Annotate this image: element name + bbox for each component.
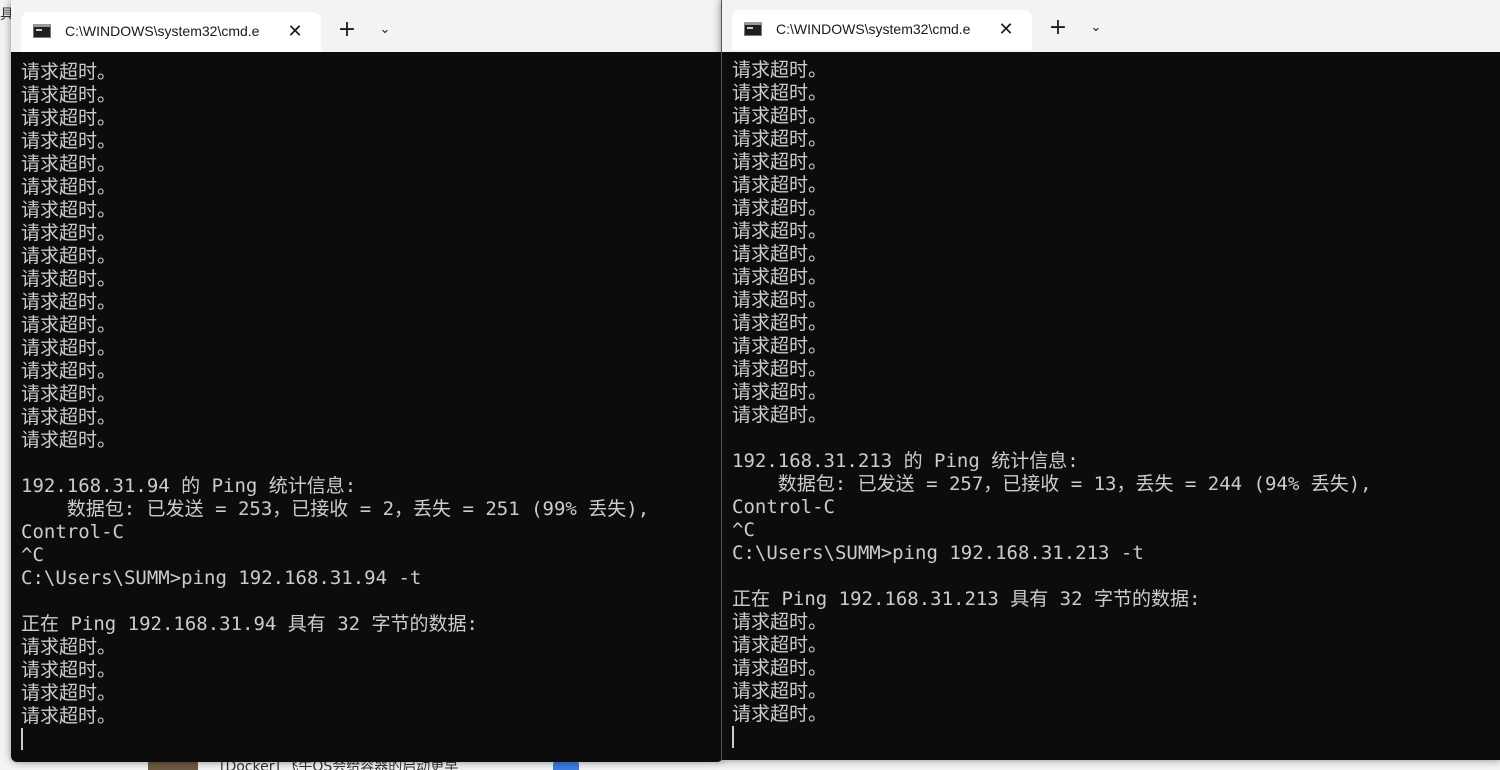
terminal-line: 请求超时。 bbox=[21, 268, 117, 290]
terminal-line: 请求超时。 bbox=[732, 703, 828, 725]
close-tab-icon[interactable]: ✕ bbox=[283, 20, 307, 44]
terminal-line: 请求超时。 bbox=[21, 245, 117, 267]
terminal-window-left: C:\WINDOWS\system32\cmd.e ✕ + ⌄ 请求超时。 请求超… bbox=[11, 0, 723, 762]
desktop: 具 [Docker] 飞牛OS会给容器的启动更早 C:\WINDOWS\syst… bbox=[0, 0, 1500, 770]
terminal-line: 请求超时。 bbox=[21, 199, 117, 221]
terminal-line: 请求超时。 bbox=[21, 291, 117, 313]
terminal-line: 请求超时。 bbox=[732, 105, 828, 127]
terminal-line: 请求超时。 bbox=[732, 243, 828, 265]
text-cursor bbox=[21, 728, 23, 750]
terminal-line: 请求超时。 bbox=[21, 636, 117, 658]
terminal-line: 请求超时。 bbox=[21, 659, 117, 681]
terminal-line: 正在 Ping 192.168.31.213 具有 32 字节的数据: bbox=[732, 588, 1201, 610]
terminal-line: Control-C bbox=[21, 521, 124, 543]
terminal-line: 请求超时。 bbox=[732, 128, 828, 150]
terminal-line: 192.168.31.94 的 Ping 统计信息: bbox=[21, 475, 357, 497]
terminal-line: 请求超时。 bbox=[21, 222, 117, 244]
chevron-down-icon[interactable]: ⌄ bbox=[373, 18, 397, 42]
terminal-line: 请求超时。 bbox=[732, 381, 828, 403]
terminal-line: 请求超时。 bbox=[21, 429, 117, 451]
terminal-line: 请求超时。 bbox=[732, 82, 828, 104]
terminal-line: ^C bbox=[21, 544, 44, 566]
terminal-line: Control-C bbox=[732, 496, 835, 518]
title-bar: C:\WINDOWS\system32\cmd.e ✕ + ⌄ bbox=[722, 0, 1500, 52]
terminal-line: 请求超时。 bbox=[732, 634, 828, 656]
terminal-line: 请求超时。 bbox=[732, 59, 828, 81]
new-tab-button[interactable]: + bbox=[333, 16, 361, 44]
terminal-line: 请求超时。 bbox=[732, 404, 828, 426]
cursor-line bbox=[732, 726, 1500, 749]
terminal-output[interactable]: 请求超时。 请求超时。 请求超时。 请求超时。 请求超时。 请求超时。 请求超时。 请求超时。… bbox=[11, 61, 723, 751]
terminal-line: 请求超时。 bbox=[732, 611, 828, 633]
terminal-line: C:\Users\SUMM>ping 192.168.31.94 -t bbox=[21, 567, 422, 589]
terminal-line: 请求超时。 bbox=[21, 383, 117, 405]
terminal-line: 请求超时。 bbox=[21, 682, 117, 704]
terminal-tab[interactable]: C:\WINDOWS\system32\cmd.e ✕ bbox=[21, 12, 321, 52]
title-bar: C:\WINDOWS\system32\cmd.e ✕ + ⌄ bbox=[11, 0, 723, 52]
terminal-line: 请求超时。 bbox=[21, 406, 117, 428]
terminal-line: 请求超时。 bbox=[732, 680, 828, 702]
terminal-line: 请求超时。 bbox=[21, 176, 117, 198]
tab-title: C:\WINDOWS\system32\cmd.e bbox=[776, 21, 971, 37]
terminal-line: 请求超时。 bbox=[732, 335, 828, 357]
terminal-line: 请求超时。 bbox=[732, 220, 828, 242]
terminal-line: 请求超时。 bbox=[21, 153, 117, 175]
terminal-line: 请求超时。 bbox=[21, 84, 117, 106]
terminal-line: 请求超时。 bbox=[21, 130, 117, 152]
cmd-icon bbox=[33, 24, 51, 38]
terminal-window-right: C:\WINDOWS\system32\cmd.e ✕ + ⌄ 请求超时。 请求超… bbox=[721, 0, 1500, 760]
terminal-line: 请求超时。 bbox=[21, 107, 117, 129]
new-tab-button[interactable]: + bbox=[1044, 14, 1072, 42]
terminal-output[interactable]: 请求超时。 请求超时。 请求超时。 请求超时。 请求超时。 请求超时。 请求超时。 请求超时。… bbox=[722, 59, 1500, 749]
close-tab-icon[interactable]: ✕ bbox=[994, 18, 1018, 42]
terminal-line: 请求超时。 bbox=[732, 312, 828, 334]
terminal-line: 请求超时。 bbox=[21, 61, 117, 83]
terminal-line: 请求超时。 bbox=[21, 314, 117, 336]
terminal-line: 请求超时。 bbox=[732, 266, 828, 288]
terminal-line: C:\Users\SUMM>ping 192.168.31.213 -t bbox=[732, 542, 1144, 564]
terminal-line: 192.168.31.213 的 Ping 统计信息: bbox=[732, 450, 1079, 472]
terminal-line: 请求超时。 bbox=[732, 289, 828, 311]
terminal-line: 正在 Ping 192.168.31.94 具有 32 字节的数据: bbox=[21, 613, 478, 635]
terminal-line: 数据包: 已发送 = 257，已接收 = 13，丢失 = 244 (94% 丢失… bbox=[732, 473, 1372, 495]
terminal-line: 请求超时。 bbox=[21, 705, 117, 727]
background-badge bbox=[553, 762, 579, 770]
terminal-line: 请求超时。 bbox=[732, 151, 828, 173]
terminal-line: 请求超时。 bbox=[732, 197, 828, 219]
cmd-icon bbox=[744, 22, 762, 36]
terminal-line: 请求超时。 bbox=[732, 657, 828, 679]
terminal-line: 数据包: 已发送 = 253，已接收 = 2，丢失 = 251 (99% 丢失)… bbox=[21, 498, 650, 520]
terminal-line: 请求超时。 bbox=[732, 358, 828, 380]
terminal-line: 请求超时。 bbox=[732, 174, 828, 196]
terminal-line: 请求超时。 bbox=[21, 337, 117, 359]
cursor-line bbox=[21, 728, 723, 751]
chevron-down-icon[interactable]: ⌄ bbox=[1084, 16, 1108, 40]
text-cursor bbox=[732, 726, 734, 748]
terminal-line: 请求超时。 bbox=[21, 360, 117, 382]
tab-title: C:\WINDOWS\system32\cmd.e bbox=[65, 23, 260, 39]
terminal-tab[interactable]: C:\WINDOWS\system32\cmd.e ✕ bbox=[732, 10, 1032, 50]
terminal-line: ^C bbox=[732, 519, 755, 541]
